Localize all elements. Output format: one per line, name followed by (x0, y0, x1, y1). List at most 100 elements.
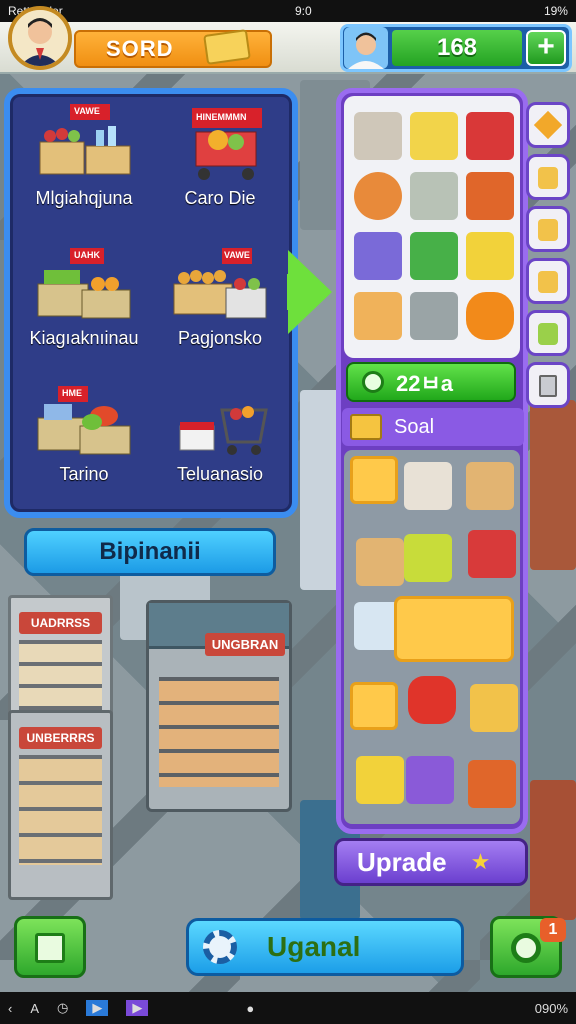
category-action-button[interactable]: Bipinanii (24, 528, 276, 576)
crown-box-icon (203, 29, 251, 65)
gear-icon (203, 930, 237, 964)
item-scale-icon[interactable] (410, 172, 458, 220)
tab-category-1[interactable] (526, 154, 570, 200)
category-item[interactable]: HINEMMMN Caro Die (150, 98, 290, 232)
item-tray-icon[interactable] (466, 172, 514, 220)
item-package-icon[interactable] (466, 462, 514, 510)
stand-sign: HINEMMMN (196, 112, 247, 122)
store-building-center[interactable]: UNGBRAN (146, 600, 292, 812)
text-icon[interactable]: A (30, 1001, 39, 1016)
dessert-icon (538, 271, 558, 293)
stand-sign: HME (62, 388, 82, 398)
stand-sign: VAWE (224, 250, 250, 260)
section-title: Soal (394, 415, 435, 438)
clock-icon[interactable]: ◷ (57, 1000, 68, 1016)
add-currency-button[interactable]: + (526, 30, 566, 66)
advisor-portrait-icon (348, 32, 384, 69)
item-bucket-icon[interactable] (354, 232, 402, 280)
back-icon[interactable]: ‹ (8, 1001, 12, 1016)
stand-sign: UAHK (74, 250, 100, 260)
shopping-cart-icon: HINEMMMN (170, 104, 270, 184)
store-shelves (19, 640, 102, 710)
notification-badge: 1 (540, 918, 566, 942)
timer-button[interactable]: 22ㅂa (346, 362, 516, 402)
item-box-icon[interactable] (354, 112, 402, 160)
category-item[interactable]: HME Tarino (14, 374, 154, 508)
home-icon[interactable]: ● (246, 1001, 254, 1016)
camera-icon (511, 933, 541, 963)
item-carton-icon[interactable] (356, 538, 404, 586)
category-item[interactable]: VAWE Mlgiahqjuna (14, 98, 154, 232)
arrow-right-icon (288, 250, 332, 334)
fruit-cart-icon: HME (34, 380, 134, 460)
category-label: Kiagıaknıinau (29, 328, 139, 348)
timer-label: 22ㅂa (396, 371, 453, 396)
category-label: Mlgiahqjuna (35, 188, 133, 208)
category-item[interactable]: VAWE Pagjonsko (150, 238, 290, 372)
star-icon (533, 110, 563, 140)
item-juice-icon[interactable] (356, 756, 404, 804)
item-carrot-icon[interactable] (354, 172, 402, 220)
item-register-icon[interactable] (404, 462, 452, 510)
tab-category-4[interactable] (526, 310, 570, 356)
store-sign: UNBERRRS (19, 727, 102, 749)
background-building (300, 390, 340, 590)
upgrade-item-selected[interactable] (350, 682, 398, 730)
main-action-label: Uganal (267, 931, 361, 962)
currency-amount: 168 (392, 30, 522, 66)
player-name: SORD (106, 36, 174, 61)
category-item[interactable]: UAHK Kiagıaknıinau (14, 238, 154, 372)
battery-text: 19% (543, 4, 568, 18)
item-handtruck-icon[interactable] (468, 530, 516, 578)
item-basket-icon[interactable] (410, 232, 458, 280)
category-item[interactable]: Teluanasio (150, 374, 290, 508)
advisor-avatar (344, 27, 388, 69)
item-machine-icon[interactable] (410, 292, 458, 340)
food-icon (538, 167, 558, 189)
item-pie-icon[interactable] (354, 292, 402, 340)
store-sign: UADRRSS (19, 612, 102, 634)
category-label: Pagjonsko (177, 328, 263, 348)
store-shelves (159, 677, 279, 787)
system-nav-bar: ‹ A ◷ ▶ ▶ ● 090% (0, 992, 576, 1024)
store-building-left-bottom[interactable]: UNBERRRS (8, 710, 113, 900)
category-label: Teluanasio (176, 464, 264, 484)
grocery-cart-icon (170, 380, 270, 460)
item-produce-bowl-icon[interactable] (406, 756, 454, 804)
produce-stand-icon: VAWE (34, 104, 134, 184)
item-crate-icon[interactable] (410, 112, 458, 160)
upgrade-button[interactable]: Uprade ★ (334, 838, 528, 886)
item-cabinet-icon[interactable] (466, 112, 514, 160)
stand-sign: VAWE (74, 106, 100, 116)
drink-icon (538, 323, 558, 345)
star-icon: ★ (470, 849, 491, 874)
crate-icon (350, 414, 382, 440)
category-label: Tarino (59, 464, 109, 484)
upgrade-items-grid (344, 450, 520, 824)
tab-trash[interactable] (526, 362, 570, 408)
items-grid (344, 96, 520, 358)
device-status-bar: Rettekalor 9:0 19% (0, 0, 576, 22)
upgrade-item-selected[interactable] (350, 456, 398, 504)
background-building (530, 780, 576, 920)
store-shelves (19, 755, 102, 865)
background-building (530, 400, 576, 570)
item-soup-icon[interactable] (468, 760, 516, 808)
app-icon[interactable]: ▶ (126, 1000, 149, 1016)
avatar[interactable] (8, 6, 72, 70)
app-icon[interactable]: ▶ (86, 1000, 109, 1016)
item-pepper-icon[interactable] (408, 676, 456, 724)
inventory-button[interactable] (14, 916, 86, 978)
tab-category-2[interactable] (526, 206, 570, 252)
item-cooler-icon[interactable] (404, 534, 452, 582)
nav-battery-text: 090% (534, 1000, 568, 1016)
tab-category-3[interactable] (526, 258, 570, 304)
tab-favorites[interactable] (526, 102, 570, 148)
item-tool-icon[interactable] (466, 292, 514, 340)
main-action-button[interactable]: Uganal (186, 918, 464, 976)
upgrade-item-highlighted[interactable] (394, 596, 514, 662)
vegetable-stand-icon: UAHK (34, 244, 134, 324)
cup-icon (538, 219, 558, 241)
item-dessert-icon[interactable] (470, 684, 518, 732)
item-bottle-icon[interactable] (466, 232, 514, 280)
